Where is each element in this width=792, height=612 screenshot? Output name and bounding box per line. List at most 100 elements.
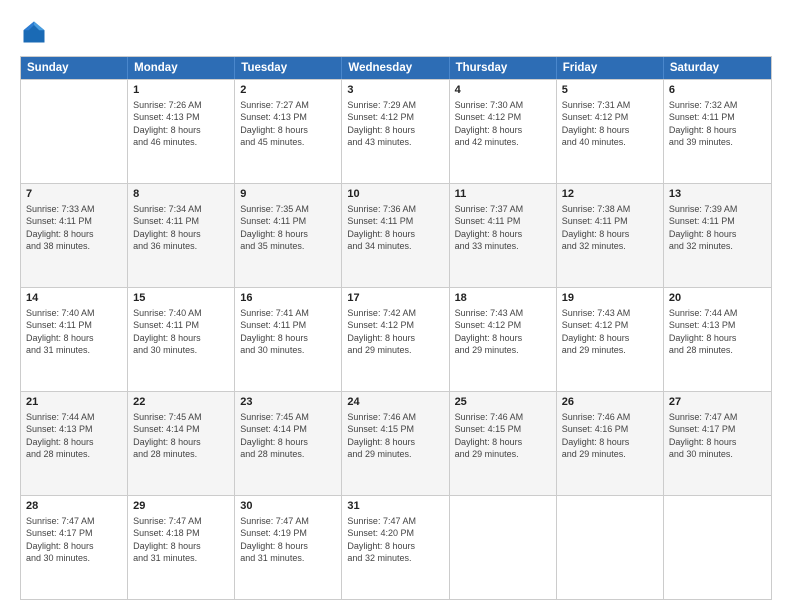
calendar-cell: 29 Sunrise: 7:47 AMSunset: 4:18 PMDayligh… [128, 496, 235, 599]
calendar-cell: 30 Sunrise: 7:47 AMSunset: 4:19 PMDayligh… [235, 496, 342, 599]
day-info: Sunrise: 7:46 AMSunset: 4:15 PMDaylight:… [455, 412, 524, 459]
day-number: 4 [455, 83, 551, 98]
day-info: Sunrise: 7:30 AMSunset: 4:12 PMDaylight:… [455, 100, 524, 147]
calendar-cell: 25 Sunrise: 7:46 AMSunset: 4:15 PMDayligh… [450, 392, 557, 495]
calendar-cell: 17Sunrise: 7:42 AMSunset: 4:12 PMDayligh… [342, 288, 449, 391]
calendar-cell: 13Sunrise: 7:39 AMSunset: 4:11 PMDayligh… [664, 184, 771, 287]
day-info: Sunrise: 7:43 AMSunset: 4:12 PMDaylight:… [562, 308, 631, 355]
day-info: Sunrise: 7:47 AMSunset: 4:19 PMDaylight:… [240, 516, 309, 563]
day-info: Sunrise: 7:44 AMSunset: 4:13 PMDaylight:… [26, 412, 95, 459]
header-day-wednesday: Wednesday [342, 57, 449, 79]
day-number: 6 [669, 83, 766, 98]
day-number: 12 [562, 187, 658, 202]
calendar-cell [664, 496, 771, 599]
calendar-cell: 20 Sunrise: 7:44 AMSunset: 4:13 PMDayligh… [664, 288, 771, 391]
day-info: Sunrise: 7:36 AMSunset: 4:11 PMDaylight:… [347, 204, 416, 251]
calendar-cell: 7 Sunrise: 7:33 AMSunset: 4:11 PMDaylight… [21, 184, 128, 287]
header-day-friday: Friday [557, 57, 664, 79]
header-day-tuesday: Tuesday [235, 57, 342, 79]
day-number: 8 [133, 187, 229, 202]
calendar-row-5: 28Sunrise: 7:47 AMSunset: 4:17 PMDayligh… [21, 495, 771, 599]
day-number: 3 [347, 83, 443, 98]
day-number: 5 [562, 83, 658, 98]
day-number: 9 [240, 187, 336, 202]
calendar-cell: 6 Sunrise: 7:32 AMSunset: 4:11 PMDaylight… [664, 80, 771, 183]
calendar-cell: 2Sunrise: 7:27 AMSunset: 4:13 PMDaylight… [235, 80, 342, 183]
day-info: Sunrise: 7:39 AMSunset: 4:11 PMDaylight:… [669, 204, 738, 251]
calendar-cell: 18Sunrise: 7:43 AMSunset: 4:12 PMDayligh… [450, 288, 557, 391]
day-number: 14 [26, 291, 122, 306]
day-number: 24 [347, 395, 443, 410]
calendar-cell: 8Sunrise: 7:34 AMSunset: 4:11 PMDaylight… [128, 184, 235, 287]
day-number: 1 [133, 83, 229, 98]
day-info: Sunrise: 7:42 AMSunset: 4:12 PMDaylight:… [347, 308, 416, 355]
calendar-row-2: 7 Sunrise: 7:33 AMSunset: 4:11 PMDaylight… [21, 183, 771, 287]
day-info: Sunrise: 7:40 AMSunset: 4:11 PMDaylight:… [133, 308, 202, 355]
day-number: 15 [133, 291, 229, 306]
header-day-saturday: Saturday [664, 57, 771, 79]
day-number: 30 [240, 499, 336, 514]
calendar-cell: 5 Sunrise: 7:31 AMSunset: 4:12 PMDaylight… [557, 80, 664, 183]
header-day-monday: Monday [128, 57, 235, 79]
calendar-cell [450, 496, 557, 599]
day-number: 20 [669, 291, 766, 306]
day-number: 23 [240, 395, 336, 410]
day-info: Sunrise: 7:38 AMSunset: 4:11 PMDaylight:… [562, 204, 631, 251]
calendar-row-4: 21 Sunrise: 7:44 AMSunset: 4:13 PMDayligh… [21, 391, 771, 495]
header-day-sunday: Sunday [21, 57, 128, 79]
calendar-cell: 21 Sunrise: 7:44 AMSunset: 4:13 PMDayligh… [21, 392, 128, 495]
day-info: Sunrise: 7:29 AMSunset: 4:12 PMDaylight:… [347, 100, 416, 147]
day-info: Sunrise: 7:40 AMSunset: 4:11 PMDaylight:… [26, 308, 95, 355]
day-info: Sunrise: 7:31 AMSunset: 4:12 PMDaylight:… [562, 100, 631, 147]
day-info: Sunrise: 7:32 AMSunset: 4:11 PMDaylight:… [669, 100, 738, 147]
day-info: Sunrise: 7:44 AMSunset: 4:13 PMDaylight:… [669, 308, 738, 355]
calendar: SundayMondayTuesdayWednesdayThursdayFrid… [20, 56, 772, 600]
calendar-cell: 15 Sunrise: 7:40 AMSunset: 4:11 PMDayligh… [128, 288, 235, 391]
calendar-cell: 16 Sunrise: 7:41 AMSunset: 4:11 PMDayligh… [235, 288, 342, 391]
header [20, 18, 772, 46]
calendar-cell [557, 496, 664, 599]
day-info: Sunrise: 7:26 AMSunset: 4:13 PMDaylight:… [133, 100, 202, 147]
logo [20, 18, 52, 46]
day-number: 18 [455, 291, 551, 306]
day-number: 16 [240, 291, 336, 306]
header-day-thursday: Thursday [450, 57, 557, 79]
day-number: 27 [669, 395, 766, 410]
calendar-cell: 3 Sunrise: 7:29 AMSunset: 4:12 PMDaylight… [342, 80, 449, 183]
day-info: Sunrise: 7:37 AMSunset: 4:11 PMDaylight:… [455, 204, 524, 251]
day-info: Sunrise: 7:46 AMSunset: 4:16 PMDaylight:… [562, 412, 631, 459]
calendar-cell: 27 Sunrise: 7:47 AMSunset: 4:17 PMDayligh… [664, 392, 771, 495]
calendar-cell: 10 Sunrise: 7:36 AMSunset: 4:11 PMDayligh… [342, 184, 449, 287]
day-number: 10 [347, 187, 443, 202]
day-number: 25 [455, 395, 551, 410]
calendar-cell: 28Sunrise: 7:47 AMSunset: 4:17 PMDayligh… [21, 496, 128, 599]
day-info: Sunrise: 7:41 AMSunset: 4:11 PMDaylight:… [240, 308, 309, 355]
day-info: Sunrise: 7:47 AMSunset: 4:20 PMDaylight:… [347, 516, 416, 563]
day-info: Sunrise: 7:46 AMSunset: 4:15 PMDaylight:… [347, 412, 416, 459]
day-number: 31 [347, 499, 443, 514]
day-number: 29 [133, 499, 229, 514]
calendar-header-row: SundayMondayTuesdayWednesdayThursdayFrid… [21, 57, 771, 79]
day-number: 11 [455, 187, 551, 202]
day-number: 2 [240, 83, 336, 98]
calendar-cell: 11 Sunrise: 7:37 AMSunset: 4:11 PMDayligh… [450, 184, 557, 287]
day-info: Sunrise: 7:47 AMSunset: 4:18 PMDaylight:… [133, 516, 202, 563]
day-number: 21 [26, 395, 122, 410]
calendar-cell: 12 Sunrise: 7:38 AMSunset: 4:11 PMDayligh… [557, 184, 664, 287]
calendar-cell: 23 Sunrise: 7:45 AMSunset: 4:14 PMDayligh… [235, 392, 342, 495]
calendar-cell: 22Sunrise: 7:45 AMSunset: 4:14 PMDayligh… [128, 392, 235, 495]
day-number: 22 [133, 395, 229, 410]
calendar-cell: 4 Sunrise: 7:30 AMSunset: 4:12 PMDaylight… [450, 80, 557, 183]
day-info: Sunrise: 7:33 AMSunset: 4:11 PMDaylight:… [26, 204, 95, 251]
calendar-row-3: 14 Sunrise: 7:40 AMSunset: 4:11 PMDayligh… [21, 287, 771, 391]
calendar-cell: 31 Sunrise: 7:47 AMSunset: 4:20 PMDayligh… [342, 496, 449, 599]
day-number: 28 [26, 499, 122, 514]
day-number: 7 [26, 187, 122, 202]
calendar-cell: 24 Sunrise: 7:46 AMSunset: 4:15 PMDayligh… [342, 392, 449, 495]
calendar-cell: 26Sunrise: 7:46 AMSunset: 4:16 PMDayligh… [557, 392, 664, 495]
day-info: Sunrise: 7:45 AMSunset: 4:14 PMDaylight:… [240, 412, 309, 459]
calendar-cell: 1 Sunrise: 7:26 AMSunset: 4:13 PMDaylight… [128, 80, 235, 183]
day-info: Sunrise: 7:47 AMSunset: 4:17 PMDaylight:… [669, 412, 738, 459]
calendar-cell [21, 80, 128, 183]
calendar-cell: 9Sunrise: 7:35 AMSunset: 4:11 PMDaylight… [235, 184, 342, 287]
